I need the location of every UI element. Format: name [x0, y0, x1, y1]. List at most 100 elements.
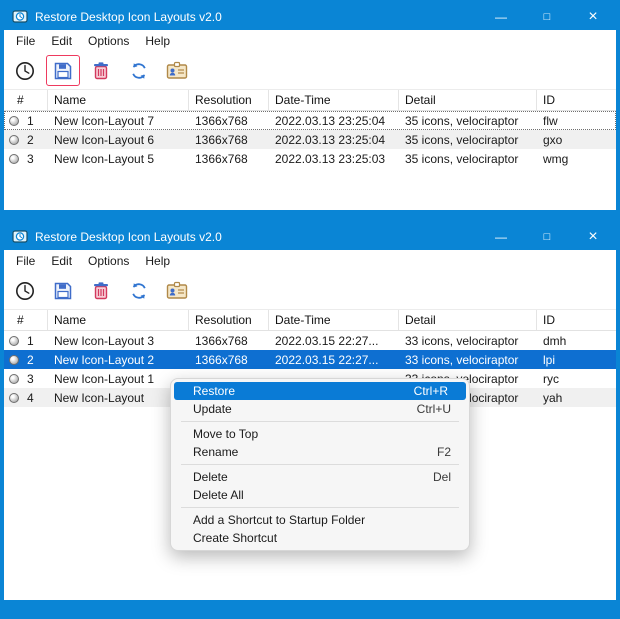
row-name: New Icon-Layout 2	[54, 352, 155, 367]
delete-layout-button[interactable]	[84, 55, 118, 86]
app-icon	[12, 229, 28, 245]
context-menu-item-create-shortcut[interactable]: Create Shortcut	[171, 529, 469, 547]
save-layout-button[interactable]	[46, 55, 80, 86]
row-name: New Icon-Layout 6	[54, 132, 155, 147]
row-radio[interactable]	[9, 354, 19, 365]
menu-options[interactable]: Options	[80, 31, 137, 51]
header-id[interactable]: ID	[537, 90, 616, 110]
row-number-cell: 1	[4, 331, 48, 350]
close-button[interactable]: ×	[570, 224, 616, 250]
row-id: flw	[543, 113, 558, 128]
row-datetime: 2022.03.13 23:25:03	[275, 151, 386, 166]
context-menu-item-delete-all[interactable]: Delete All	[171, 486, 469, 504]
refresh-button[interactable]	[122, 55, 156, 86]
save-layout-icon	[53, 61, 73, 81]
menu-edit[interactable]: Edit	[43, 31, 80, 51]
title-bar[interactable]: Restore Desktop Icon Layouts v2.0 — □ ×	[4, 4, 616, 30]
row-radio[interactable]	[9, 335, 19, 346]
restore-clock-button[interactable]	[8, 55, 42, 86]
app-icon	[12, 9, 28, 25]
context-menu-item-update[interactable]: Update Ctrl+U	[171, 400, 469, 418]
context-menu: Restore Ctrl+R Update Ctrl+U Move to Top…	[170, 378, 470, 551]
menu-item-shortcut: Ctrl+U	[416, 402, 451, 416]
header-detail[interactable]: Detail	[399, 310, 537, 330]
menu-item-label: Update	[193, 402, 232, 416]
refresh-button[interactable]	[122, 275, 156, 306]
delete-trash-icon	[91, 61, 111, 81]
header-resolution[interactable]: Resolution	[189, 310, 269, 330]
menu-options[interactable]: Options	[80, 251, 137, 271]
row-radio[interactable]	[9, 153, 19, 164]
header-detail[interactable]: Detail	[399, 90, 537, 110]
table-row-selected[interactable]: 2 New Icon-Layout 2 1366x768 2022.03.15 …	[4, 350, 616, 369]
delete-layout-button[interactable]	[84, 275, 118, 306]
row-id: gxo	[543, 132, 563, 147]
table-row[interactable]: 3 New Icon-Layout 5 1366x768 2022.03.13 …	[4, 149, 616, 168]
context-menu-item-move-to-top[interactable]: Move to Top	[171, 425, 469, 443]
menu-help[interactable]: Help	[137, 251, 178, 271]
menu-separator	[181, 507, 459, 508]
window-title: Restore Desktop Icon Layouts v2.0	[35, 230, 222, 244]
header-name[interactable]: Name	[48, 310, 189, 330]
row-name: New Icon-Layout 7	[54, 113, 155, 128]
details-badge-button[interactable]	[160, 275, 194, 306]
context-menu-item-delete[interactable]: Delete Del	[171, 468, 469, 486]
maximize-button[interactable]: □	[524, 224, 570, 250]
row-radio[interactable]	[9, 134, 19, 145]
header-resolution[interactable]: Resolution	[189, 90, 269, 110]
row-resolution: 1366x768	[195, 333, 248, 348]
row-number: 1	[27, 113, 34, 128]
layout-list: 1 New Icon-Layout 7 1366x768 2022.03.13 …	[4, 111, 616, 168]
close-button[interactable]: ×	[570, 4, 616, 30]
row-resolution: 1366x768	[195, 132, 248, 147]
row-number: 3	[27, 151, 34, 166]
clock-restore-icon	[14, 280, 36, 302]
title-bar[interactable]: Restore Desktop Icon Layouts v2.0 — □ ×	[4, 224, 616, 250]
context-menu-item-rename[interactable]: Rename F2	[171, 443, 469, 461]
menu-item-label: Delete All	[193, 488, 244, 502]
row-resolution: 1366x768	[195, 352, 248, 367]
menu-file[interactable]: File	[8, 31, 43, 51]
minimize-button[interactable]: —	[478, 4, 524, 30]
save-layout-button[interactable]	[46, 275, 80, 306]
row-number: 1	[27, 333, 34, 348]
menu-item-shortcut: F2	[436, 445, 451, 459]
menu-item-shortcut: Ctrl+R	[413, 384, 448, 398]
row-radio[interactable]	[9, 392, 19, 403]
app-window-top: Restore Desktop Icon Layouts v2.0 — □ × …	[2, 2, 618, 212]
row-detail: 33 icons, velociraptor	[405, 352, 519, 367]
table-row[interactable]: 1 New Icon-Layout 3 1366x768 2022.03.15 …	[4, 331, 616, 350]
toolbar	[4, 272, 616, 310]
header-number[interactable]: #	[4, 90, 48, 110]
toolbar	[4, 52, 616, 90]
header-datetime[interactable]: Date-Time	[269, 90, 399, 110]
table-row[interactable]: 2 New Icon-Layout 6 1366x768 2022.03.13 …	[4, 130, 616, 149]
minimize-button[interactable]: —	[478, 224, 524, 250]
header-id[interactable]: ID	[537, 310, 616, 330]
header-datetime[interactable]: Date-Time	[269, 310, 399, 330]
row-id: ryc	[543, 371, 559, 386]
row-radio[interactable]	[9, 115, 19, 126]
details-badge-button[interactable]	[160, 55, 194, 86]
row-id: wmg	[543, 151, 569, 166]
row-radio[interactable]	[9, 373, 19, 384]
row-detail: 35 icons, velociraptor	[405, 132, 519, 147]
menu-help[interactable]: Help	[137, 31, 178, 51]
table-row[interactable]: 1 New Icon-Layout 7 1366x768 2022.03.13 …	[4, 111, 616, 130]
header-name[interactable]: Name	[48, 90, 189, 110]
context-menu-item-add-shortcut-startup[interactable]: Add a Shortcut to Startup Folder	[171, 511, 469, 529]
maximize-button[interactable]: □	[524, 4, 570, 30]
context-menu-item-restore[interactable]: Restore Ctrl+R	[174, 382, 466, 400]
menu-file[interactable]: File	[8, 251, 43, 271]
menu-edit[interactable]: Edit	[43, 251, 80, 271]
row-number-cell: 4	[4, 388, 48, 407]
window-title: Restore Desktop Icon Layouts v2.0	[35, 10, 222, 24]
menu-bar: File Edit Options Help	[4, 30, 616, 52]
row-number: 2	[27, 132, 34, 147]
table-header: # Name Resolution Date-Time Detail ID	[4, 90, 616, 111]
menu-item-label: Rename	[193, 445, 239, 459]
delete-trash-icon	[91, 281, 111, 301]
restore-clock-button[interactable]	[8, 275, 42, 306]
row-name: New Icon-Layout	[54, 390, 145, 405]
header-number[interactable]: #	[4, 310, 48, 330]
